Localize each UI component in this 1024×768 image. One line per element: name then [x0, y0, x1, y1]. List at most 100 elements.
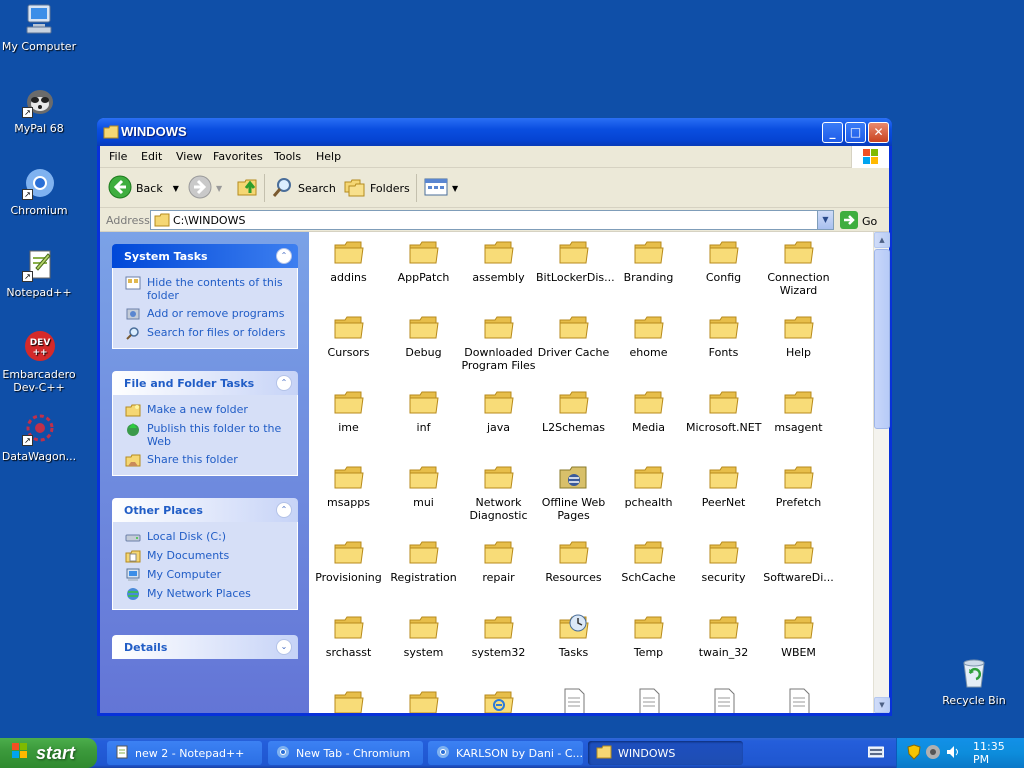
close-button[interactable]: ✕ [868, 122, 889, 143]
folder-item[interactable]: twain_32 [686, 611, 761, 659]
folder-item[interactable]: system32 [461, 611, 536, 659]
place-my-documents[interactable]: My Documents [125, 549, 291, 563]
antivirus-icon[interactable] [925, 744, 941, 763]
folder-item[interactable]: Debug [386, 311, 461, 359]
folder-item[interactable]: ehome [611, 311, 686, 359]
maximize-button[interactable]: □ [845, 122, 866, 143]
folder-item[interactable]: PeerNet [686, 461, 761, 509]
folder-item-partial[interactable] [386, 686, 461, 713]
folder-item[interactable]: Prefetch [761, 461, 836, 509]
up-folder-button[interactable] [236, 176, 264, 200]
scroll-up-button[interactable]: ▲ [874, 232, 890, 248]
expand-icon[interactable]: ⌄ [276, 639, 292, 655]
other-places-header[interactable]: Other Places ⌃ [112, 498, 298, 522]
folder-item[interactable]: BitLockerDis... [536, 236, 615, 284]
folder-item[interactable]: Tasks [536, 611, 611, 659]
folder-item[interactable]: Driver Cache [536, 311, 611, 359]
desktop-icon-datawagon[interactable]: ↗ DataWagon... [0, 412, 81, 463]
folder-item[interactable]: Network Diagnostic [461, 461, 536, 522]
desktop-icon-chromium[interactable]: ↗ Chromium [0, 166, 81, 217]
menu-favorites[interactable]: Favorites [213, 150, 263, 163]
folder-item[interactable]: Microsoft.NET [686, 386, 761, 434]
folder-item[interactable]: L2Schemas [536, 386, 611, 434]
minimize-button[interactable]: _ [822, 122, 843, 143]
search-button[interactable]: Search [272, 176, 336, 200]
window-titlebar[interactable]: WINDOWS _ □ ✕ [97, 118, 892, 146]
folder-item[interactable]: Cursors [311, 311, 386, 359]
folder-item[interactable]: Config [686, 236, 761, 284]
start-button[interactable]: start [0, 738, 97, 768]
chevron-down-icon[interactable]: ▼ [173, 184, 179, 193]
folders-button[interactable]: Folders [344, 176, 410, 200]
folder-item-partial[interactable] [611, 686, 686, 713]
folder-item-partial[interactable] [761, 686, 836, 713]
folder-item[interactable]: Media [611, 386, 686, 434]
taskbar-button-karlson[interactable]: KARLSON by Dani - C... [428, 741, 583, 765]
keyboard-icon[interactable] [867, 746, 885, 761]
task-make-new-folder[interactable]: Make a new folder [125, 403, 291, 417]
system-tasks-header[interactable]: System Tasks ⌃ [112, 244, 298, 268]
menu-help[interactable]: Help [316, 150, 341, 163]
folder-item[interactable]: security [686, 536, 761, 584]
task-share-folder[interactable]: Share this folder [125, 453, 291, 467]
folder-item[interactable]: Registration [386, 536, 461, 584]
folder-item[interactable]: msapps [311, 461, 386, 509]
folder-item[interactable]: mui [386, 461, 461, 509]
collapse-icon[interactable]: ⌃ [276, 502, 292, 518]
folder-item-partial[interactable] [536, 686, 611, 713]
task-publish-web[interactable]: Publish this folder to the Web [125, 422, 291, 448]
folder-item[interactable]: Temp [611, 611, 686, 659]
task-search-files[interactable]: Search for files or folders [125, 326, 291, 340]
folder-item[interactable]: Help [761, 311, 836, 359]
desktop-icon-my-computer[interactable]: My Computer [0, 2, 81, 53]
folder-item[interactable]: Provisioning [311, 536, 386, 584]
desktop-icon-recycle-bin[interactable]: Recycle Bin [936, 656, 1012, 707]
vertical-scrollbar[interactable]: ▲ ▼ [873, 232, 890, 713]
folder-item[interactable]: AppPatch [386, 236, 461, 284]
details-header[interactable]: Details ⌄ [112, 635, 298, 659]
taskbar-button-windows[interactable]: WINDOWS [588, 741, 743, 765]
explorer-window[interactable]: WINDOWS _ □ ✕ File Edit View Favorites T… [97, 118, 892, 716]
file-folder-tasks-header[interactable]: File and Folder Tasks ⌃ [112, 371, 298, 395]
place-local-disk[interactable]: Local Disk (C:) [125, 530, 291, 544]
folder-item[interactable]: Resources [536, 536, 611, 584]
folder-item[interactable]: pchealth [611, 461, 686, 509]
go-button[interactable]: Go [840, 211, 877, 232]
folder-item[interactable]: repair [461, 536, 536, 584]
address-dropdown-button[interactable]: ▼ [817, 211, 833, 229]
views-button[interactable]: ▼ [424, 176, 458, 200]
security-shield-icon[interactable] [907, 743, 921, 763]
folder-item[interactable]: SchCache [611, 536, 686, 584]
folder-item[interactable]: Connection Wizard [761, 236, 836, 297]
folder-item[interactable]: Fonts [686, 311, 761, 359]
folder-item-partial[interactable] [461, 686, 536, 713]
collapse-icon[interactable]: ⌃ [276, 375, 292, 391]
folder-item[interactable]: java [461, 386, 536, 434]
address-input[interactable]: C:\WINDOWS ▼ [150, 210, 834, 230]
folder-item[interactable]: msagent [761, 386, 836, 434]
folder-item-partial[interactable] [311, 686, 386, 713]
place-my-network-places[interactable]: My Network Places [125, 587, 291, 601]
scroll-thumb[interactable] [874, 249, 890, 429]
clock[interactable]: 11:35 PM [973, 740, 1024, 766]
collapse-icon[interactable]: ⌃ [276, 248, 292, 264]
folder-view[interactable]: addins AppPatch assembly BitLockerDis... Bra… [309, 232, 873, 713]
folder-item[interactable]: system [386, 611, 461, 659]
folder-item[interactable]: ime [311, 386, 386, 434]
folder-item[interactable]: addins [311, 236, 386, 284]
back-button[interactable]: Back ▼ [108, 175, 179, 200]
folder-item[interactable]: Branding [611, 236, 686, 284]
desktop-icon-devcpp[interactable]: DEV ++ Embarcadero Dev-C++ [0, 330, 81, 394]
desktop-icon-mypal[interactable]: ↗ MyPal 68 [0, 84, 81, 135]
desktop-icon-notepadpp[interactable]: ↗ Notepad++ [0, 248, 81, 299]
folder-item[interactable]: srchasst [311, 611, 386, 659]
task-add-remove-programs[interactable]: Add or remove programs [125, 307, 291, 321]
menu-view[interactable]: View [176, 150, 202, 163]
volume-icon[interactable] [945, 744, 961, 763]
menu-tools[interactable]: Tools [274, 150, 301, 163]
taskbar-button-notepadpp[interactable]: new 2 - Notepad++ [107, 741, 262, 765]
place-my-computer[interactable]: My Computer [125, 568, 291, 582]
folder-item[interactable]: inf [386, 386, 461, 434]
task-hide-contents[interactable]: Hide the contents of this folder [125, 276, 291, 302]
folder-item[interactable]: SoftwareDi... [761, 536, 836, 584]
